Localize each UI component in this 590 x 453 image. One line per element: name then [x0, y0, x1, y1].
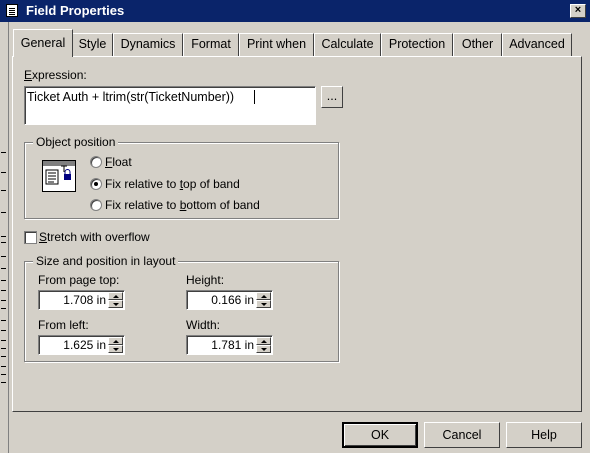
stretch-label: Stretch with overflow [39, 230, 150, 244]
tab-general[interactable]: General [13, 29, 73, 57]
spin-down-icon[interactable] [108, 345, 123, 353]
from-page-top-input[interactable]: 1.708 in [38, 290, 125, 310]
tab-dynamics[interactable]: Dynamics [113, 33, 183, 56]
background-window-edge [0, 22, 9, 453]
tab-protection[interactable]: Protection [381, 33, 453, 56]
from-left-label: From left: [38, 318, 89, 332]
height-label: Height: [186, 273, 225, 287]
object-position-title: Object position [33, 135, 119, 149]
spin-up-icon[interactable] [256, 292, 271, 300]
spin-up-icon[interactable] [108, 337, 123, 345]
tab-style[interactable]: Style [72, 33, 113, 56]
from-page-top-label: From page top: [38, 273, 120, 287]
height-value: 0.166 in [211, 293, 254, 307]
from-left-spinner[interactable] [108, 337, 123, 353]
from-page-top-spinner[interactable] [108, 292, 123, 308]
spin-down-icon[interactable] [256, 300, 271, 308]
expression-value: Ticket Auth + ltrim(str(TicketNumber)) [27, 90, 235, 104]
tab-format[interactable]: Format [183, 33, 239, 56]
height-spinner[interactable] [256, 292, 271, 308]
from-left-input[interactable]: 1.625 in [38, 335, 125, 355]
radio-fix-top-label: Fix relative to top of band [105, 177, 240, 191]
tab-other[interactable]: Other [453, 33, 502, 56]
radio-float-label: Float [105, 155, 132, 169]
spin-up-icon[interactable] [256, 337, 271, 345]
radio-float[interactable] [90, 156, 102, 168]
close-button[interactable]: × [570, 4, 586, 18]
stretch-checkbox[interactable] [24, 231, 37, 244]
window-app-icon [6, 4, 18, 17]
width-value: 1.781 in [211, 338, 254, 352]
help-button[interactable]: Help [506, 422, 582, 448]
expression-builder-button[interactable]: ... [321, 86, 343, 108]
cancel-button[interactable]: Cancel [424, 422, 500, 448]
object-position-icon [42, 160, 76, 192]
height-input[interactable]: 0.166 in [186, 290, 273, 310]
ok-button[interactable]: OK [342, 422, 418, 448]
spin-down-icon[interactable] [256, 345, 271, 353]
width-label: Width: [186, 318, 221, 332]
window-title: Field Properties [26, 3, 125, 18]
expression-input[interactable]: Ticket Auth + ltrim(str(TicketNumber)) [24, 86, 316, 125]
from-page-top-value: 1.708 in [63, 293, 106, 307]
radio-fix-top[interactable] [90, 178, 102, 190]
size-position-title: Size and position in layout [33, 254, 179, 268]
spin-down-icon[interactable] [108, 300, 123, 308]
spin-up-icon[interactable] [108, 292, 123, 300]
width-input[interactable]: 1.781 in [186, 335, 273, 355]
width-spinner[interactable] [256, 337, 271, 353]
from-left-value: 1.625 in [63, 338, 106, 352]
expression-label: Expression: [24, 68, 87, 82]
radio-fix-bottom[interactable] [90, 199, 102, 211]
text-cursor [254, 90, 255, 104]
tab-calculate[interactable]: Calculate [314, 33, 381, 56]
tab-advanced[interactable]: Advanced [502, 33, 572, 56]
radio-fix-bottom-label: Fix relative to bottom of band [105, 198, 260, 212]
tab-print-when[interactable]: Print when [239, 33, 314, 56]
